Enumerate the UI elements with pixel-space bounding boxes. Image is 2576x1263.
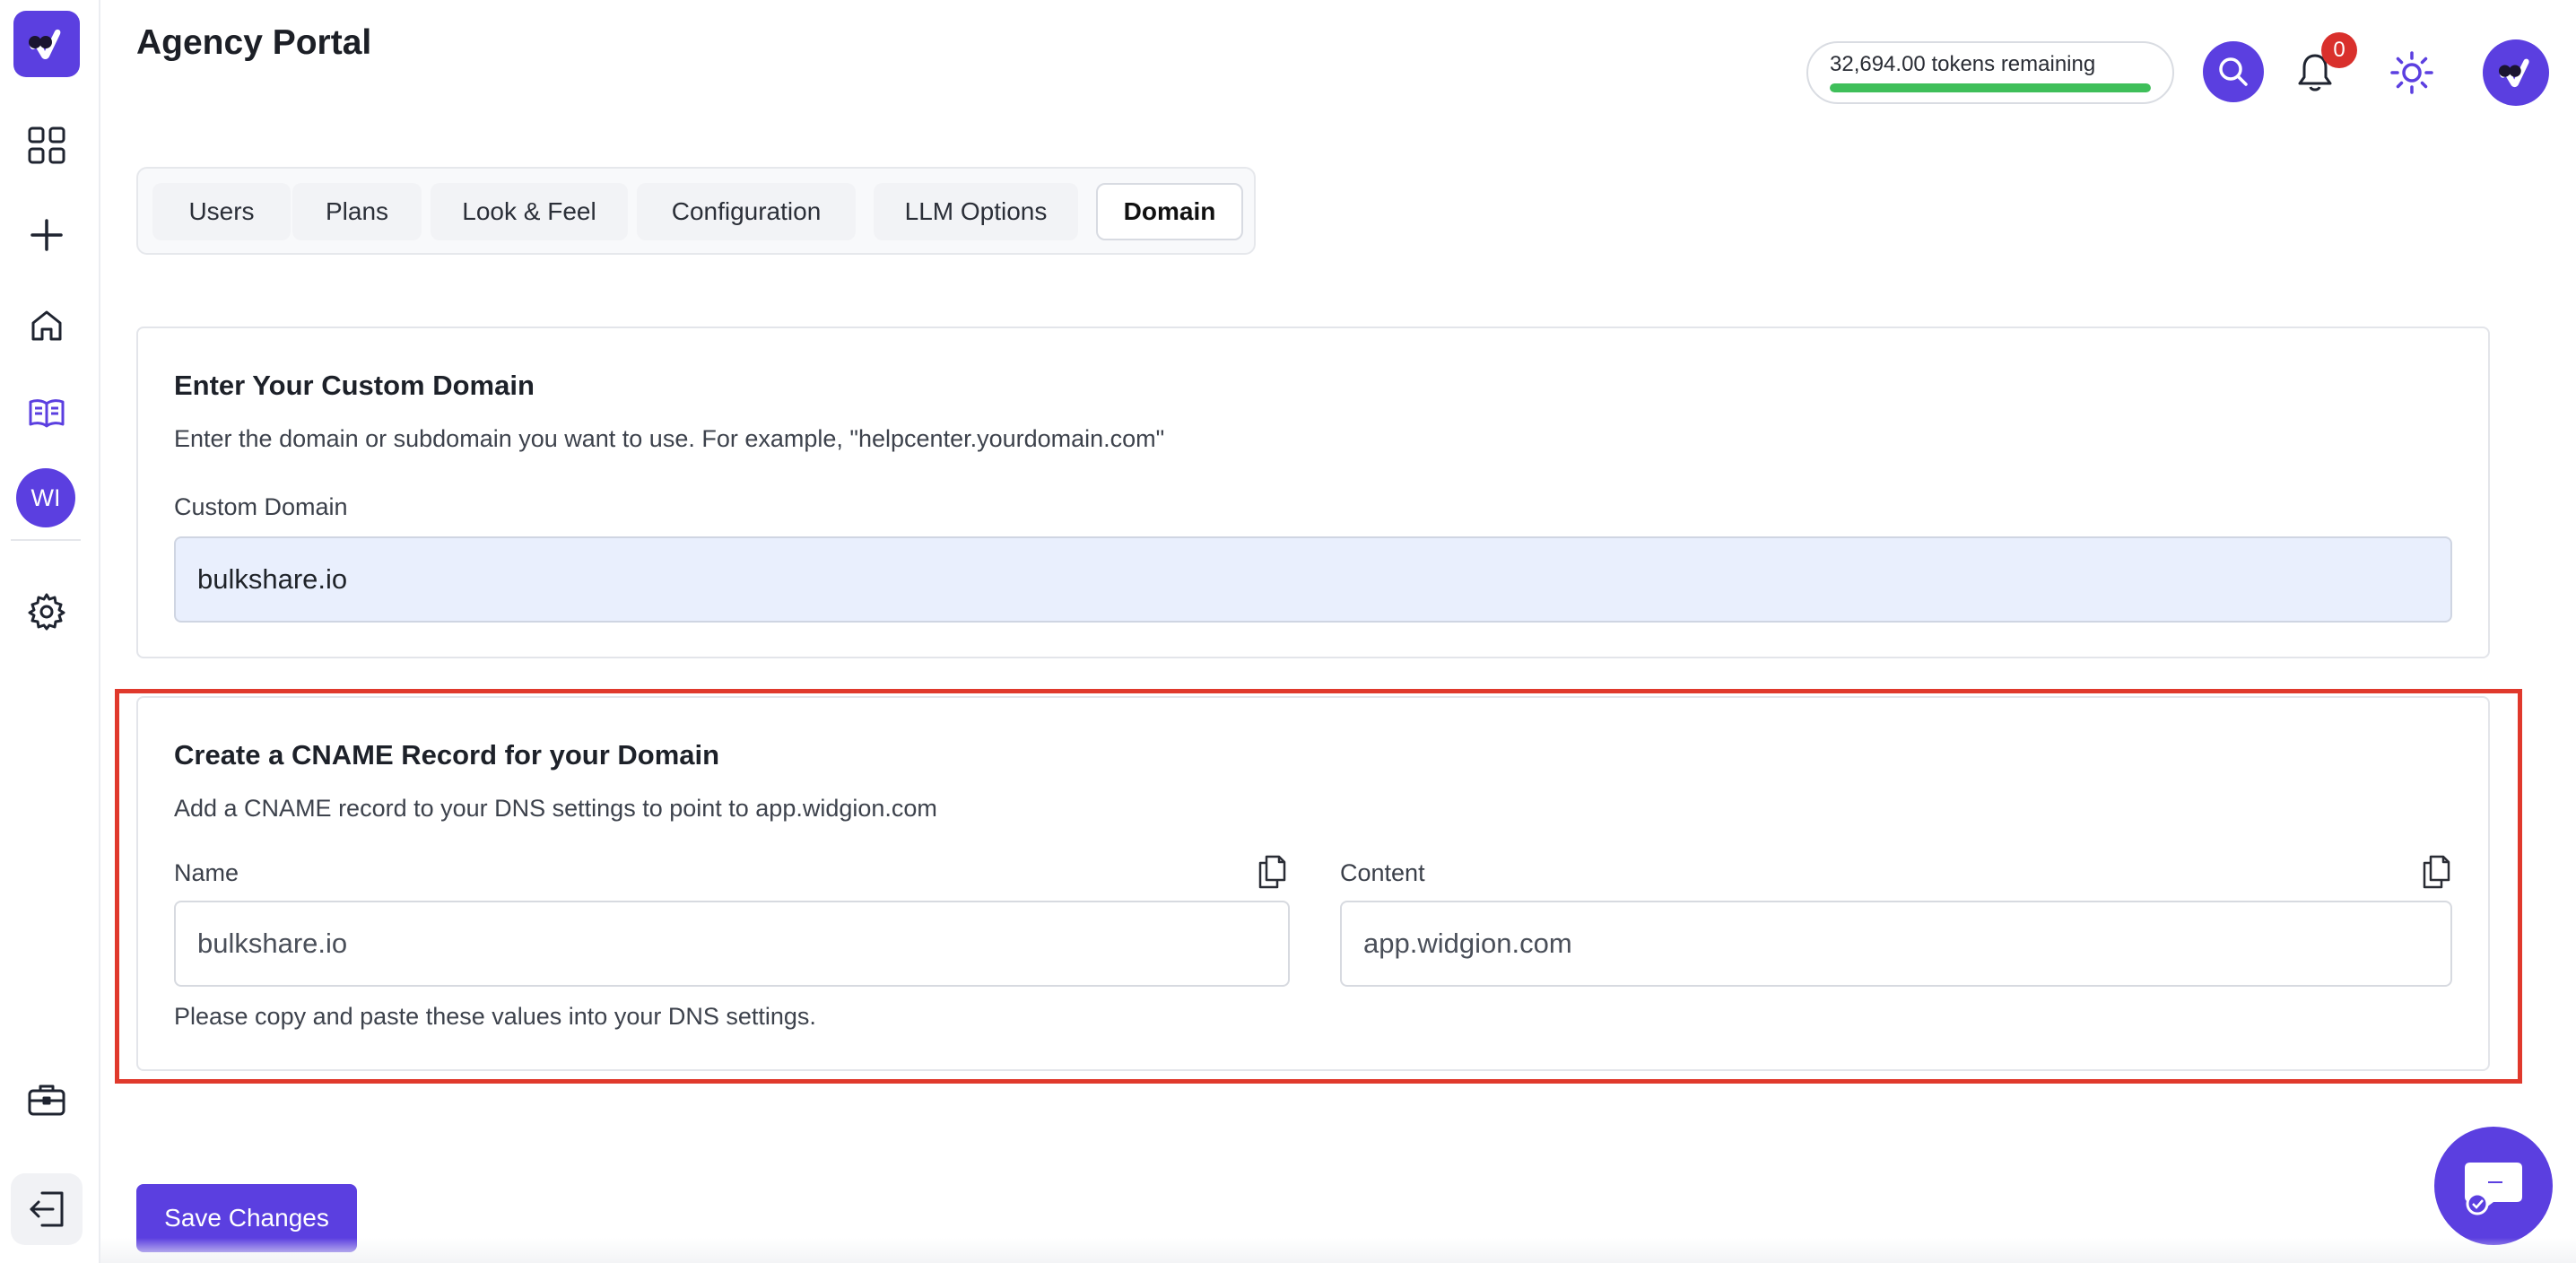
sidebar-divider — [11, 539, 81, 541]
custom-domain-input[interactable] — [174, 536, 2452, 623]
copy-name-button[interactable] — [1254, 854, 1290, 890]
logout-button[interactable] — [11, 1173, 83, 1245]
cname-record-card: Create a CNAME Record for your Domain Ad… — [136, 696, 2490, 1071]
tokens-progress-fill — [1830, 83, 2151, 92]
settings-tabs: Users Plans Look & Feel Configuration LL… — [136, 167, 1256, 255]
chat-widget-button[interactable] — [2434, 1127, 2553, 1245]
logout-icon — [30, 1191, 64, 1227]
bottom-edge-shade — [100, 1238, 2576, 1263]
custom-domain-card: Enter Your Custom Domain Enter the domai… — [136, 327, 2490, 658]
search-icon — [2219, 57, 2248, 86]
copy-icon — [2423, 855, 2450, 889]
app-logo[interactable] — [13, 11, 80, 77]
tokens-remaining-pill: 32,694.00 tokens remaining — [1806, 41, 2174, 104]
tab-users[interactable]: Users — [152, 183, 291, 240]
workspace-avatar[interactable]: WI — [16, 468, 75, 527]
cname-content-input[interactable] — [1340, 901, 2452, 987]
tab-domain[interactable]: Domain — [1096, 183, 1243, 240]
plus-icon — [30, 219, 63, 251]
tab-plans[interactable]: Plans — [292, 183, 422, 240]
theme-toggle-button[interactable] — [2384, 45, 2440, 100]
tokens-progress-bar — [1830, 83, 2151, 92]
logo-mark-icon — [2499, 58, 2529, 88]
grid-icon — [28, 126, 65, 164]
user-avatar[interactable] — [2483, 39, 2549, 106]
custom-domain-description: Enter the domain or subdomain you want t… — [174, 425, 1165, 452]
cname-title: Create a CNAME Record for your Domain — [174, 739, 720, 771]
cname-name-input[interactable] — [174, 901, 1290, 987]
custom-domain-label: Custom Domain — [174, 493, 348, 520]
tab-configuration[interactable]: Configuration — [637, 183, 856, 240]
logo-mark-icon — [29, 29, 61, 59]
custom-domain-title: Enter Your Custom Domain — [174, 370, 535, 401]
sun-icon — [2390, 51, 2433, 94]
sidebar-item-home[interactable] — [20, 299, 74, 353]
tab-look-and-feel[interactable]: Look & Feel — [431, 183, 628, 240]
notification-count-badge: 0 — [2321, 32, 2357, 68]
sidebar-item-settings[interactable] — [20, 585, 74, 639]
workspace-initials: WI — [30, 483, 61, 511]
copy-icon — [1258, 855, 1286, 889]
sidebar-item-agency[interactable] — [20, 1073, 74, 1127]
cname-note: Please copy and paste these values into … — [174, 1003, 816, 1030]
cname-content-label: Content — [1340, 859, 1425, 886]
sidebar-item-knowledge[interactable] — [20, 386, 74, 440]
sidebar-item-create[interactable] — [20, 208, 74, 262]
save-changes-button[interactable]: Save Changes — [136, 1184, 357, 1252]
chat-bubble-icon — [2465, 1163, 2522, 1215]
search-button[interactable] — [2203, 41, 2264, 102]
home-icon — [31, 310, 62, 341]
book-icon — [29, 399, 65, 428]
briefcase-icon — [28, 1084, 65, 1116]
tokens-remaining-text: 32,694.00 tokens remaining — [1830, 52, 2096, 76]
cname-name-label: Name — [174, 859, 239, 886]
tab-llm-options[interactable]: LLM Options — [874, 183, 1078, 240]
sidebar: WI — [0, 0, 100, 1263]
page-title: Agency Portal — [136, 23, 372, 62]
cname-description: Add a CNAME record to your DNS settings … — [174, 795, 937, 822]
gear-icon — [28, 593, 65, 631]
sidebar-item-dashboard[interactable] — [20, 118, 74, 172]
copy-content-button[interactable] — [2418, 854, 2454, 890]
